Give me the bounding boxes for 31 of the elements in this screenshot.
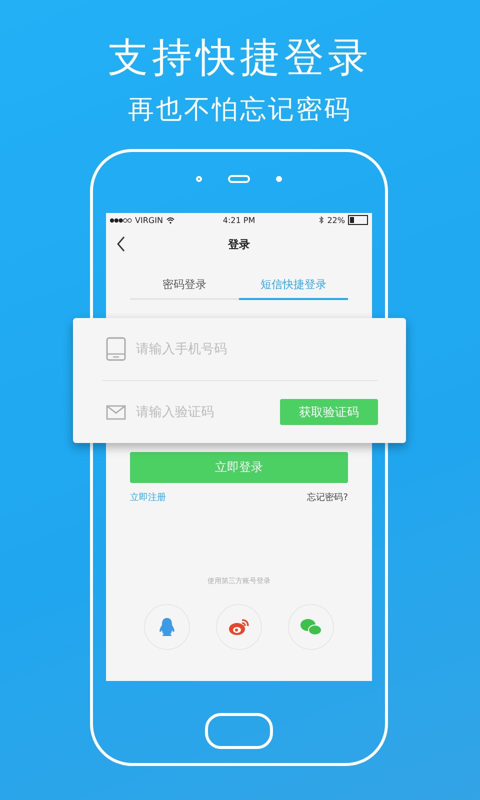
camera-icon — [196, 176, 202, 182]
signal-icon — [110, 218, 132, 222]
register-link[interactable]: 立即注册 — [130, 491, 166, 504]
bluetooth-icon — [319, 216, 324, 224]
login-tab[interactable]: 密码登录 — [130, 277, 239, 300]
weibo-icon — [228, 618, 250, 636]
weibo-login-button[interactable] — [216, 604, 262, 650]
wifi-icon — [166, 216, 175, 224]
envelope-icon — [106, 404, 126, 420]
sensor-icon — [276, 176, 282, 182]
forgot-password-link[interactable]: 忘记密码? — [307, 491, 348, 504]
phone-icon — [106, 337, 126, 361]
speaker-icon — [228, 175, 250, 183]
penguin-icon — [158, 617, 176, 637]
login-button[interactable]: 立即登录 — [130, 452, 348, 483]
carrier-text: VIRGIN — [135, 216, 163, 224]
headline: 支持快捷登录 — [108, 34, 372, 83]
get-code-button[interactable]: 获取验证码 — [280, 399, 378, 425]
home-button[interactable] — [205, 713, 273, 749]
back-icon[interactable] — [116, 236, 126, 252]
subheadline: 再也不怕忘记密码 — [128, 94, 352, 127]
chat-login-button[interactable] — [288, 604, 334, 650]
code-input[interactable]: 请输入验证码 — [136, 402, 270, 422]
login-tab[interactable]: 短信快捷登录 — [239, 277, 348, 300]
screen-title: 登录 — [228, 236, 250, 252]
status-time: 4:21 PM — [222, 216, 256, 224]
penguin-login-button[interactable] — [144, 604, 190, 650]
chat-bubbles-icon — [300, 618, 322, 636]
phone-input[interactable]: 请输入手机号码 — [136, 340, 378, 358]
battery-icon — [348, 215, 368, 225]
battery-percent: 22% — [327, 216, 345, 224]
